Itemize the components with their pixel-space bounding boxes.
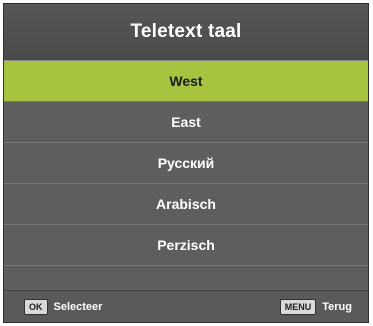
- back-hint[interactable]: MENU Terug: [279, 299, 352, 315]
- teletext-language-menu: Teletext taal West East Русский Arabisch…: [3, 3, 369, 323]
- select-hint-label: Selecteer: [53, 301, 103, 313]
- select-hint[interactable]: OK Selecteer: [24, 299, 102, 315]
- language-option-west[interactable]: West: [4, 61, 368, 102]
- language-list: West East Русский Arabisch Perzisch: [4, 61, 368, 307]
- menu-footer: OK Selecteer MENU Terug: [4, 290, 368, 322]
- language-option-persian[interactable]: Perzisch: [4, 225, 368, 266]
- language-option-russian[interactable]: Русский: [4, 143, 368, 184]
- back-hint-label: Terug: [322, 301, 352, 313]
- menu-key-icon: MENU: [279, 299, 317, 315]
- ok-key-icon: OK: [24, 299, 48, 315]
- language-option-arabic[interactable]: Arabisch: [4, 184, 368, 225]
- menu-header: Teletext taal: [4, 4, 368, 61]
- language-option-east[interactable]: East: [4, 102, 368, 143]
- menu-title: Teletext taal: [130, 21, 242, 42]
